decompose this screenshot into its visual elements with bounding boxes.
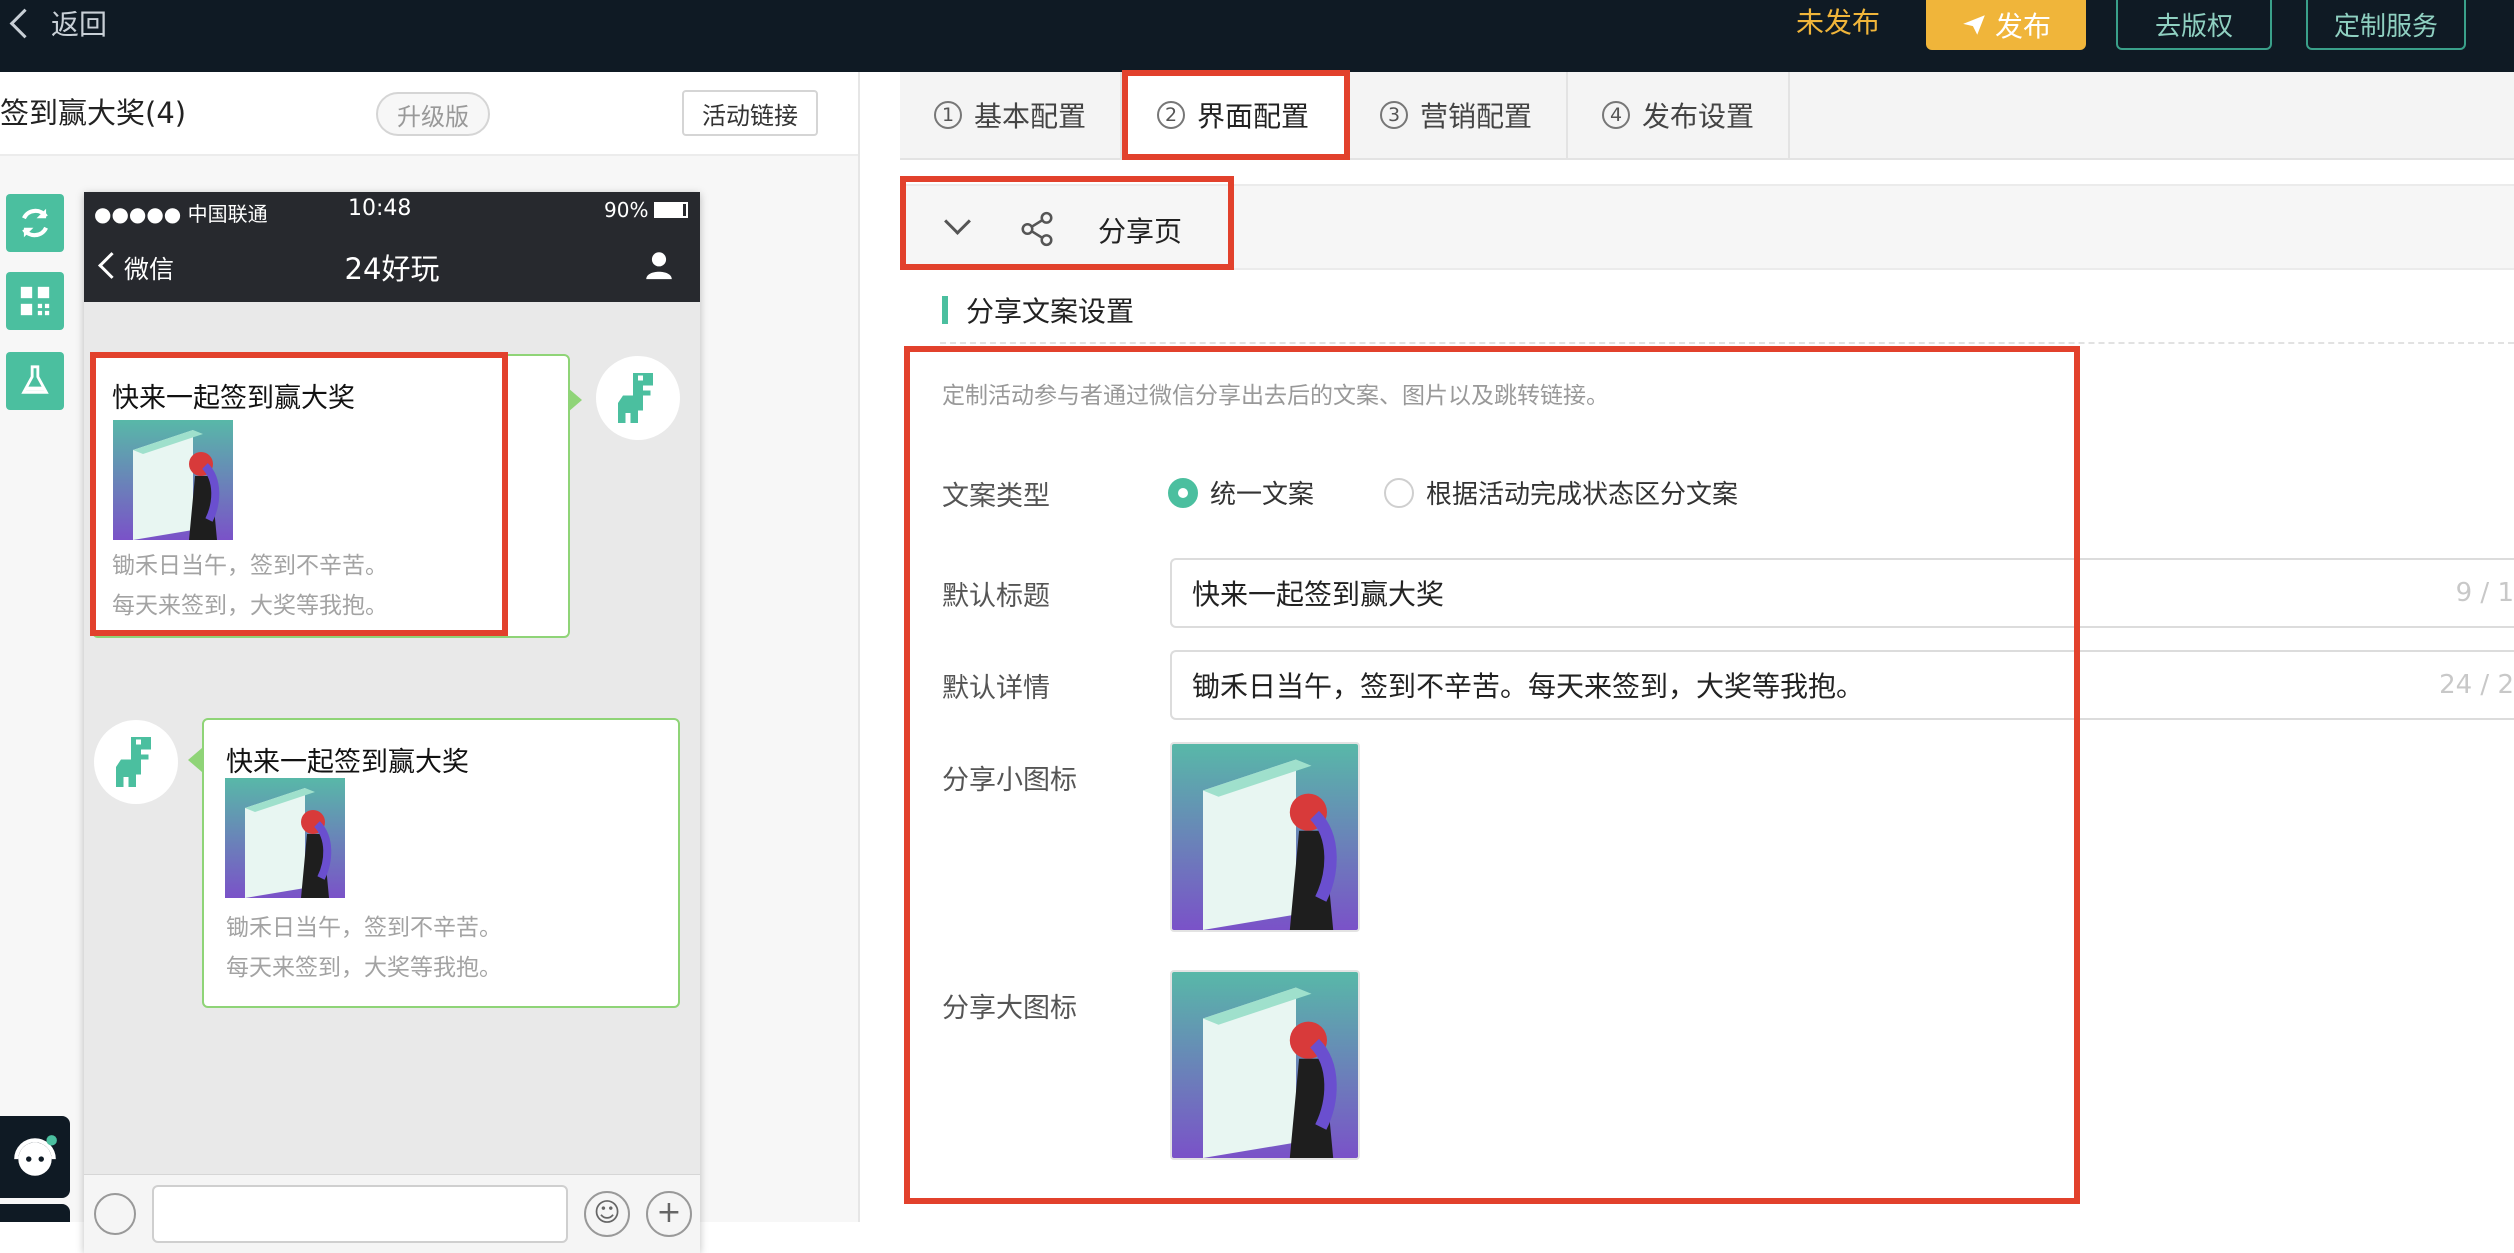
share-card-image xyxy=(224,778,346,898)
radio-checked-icon xyxy=(1168,477,1198,508)
default-title-input[interactable]: 快来一起签到赢大奖 9 / 1 xyxy=(1170,558,2514,628)
battery-level: 90% xyxy=(604,198,649,222)
small-icon-label: 分享小图标 xyxy=(942,765,1077,796)
refresh-button[interactable] xyxy=(6,194,64,252)
emoji-icon[interactable]: ☺ xyxy=(584,1191,630,1237)
floating-tab[interactable] xyxy=(0,1204,70,1222)
section-description: 定制活动参与者通过微信分享出去后的文案、图片以及跳转链接。 xyxy=(942,383,1609,409)
dino-icon xyxy=(618,373,653,423)
qrcode-icon xyxy=(20,286,50,316)
char-counter: 24 / 2 xyxy=(2439,670,2514,700)
share-page-accordion[interactable]: 分享页 xyxy=(900,184,2514,270)
chat-title: 24好玩 xyxy=(344,252,440,286)
tab-label: 营销配置 xyxy=(1419,100,1532,133)
input-value: 锄禾日当午，签到不辛苦。每天来签到，大奖等我抱。 xyxy=(1192,670,1865,703)
share-card-line2: 每天来签到，大奖等我抱。 xyxy=(112,593,388,619)
share-card-title: 快来一起签到赢大奖 xyxy=(112,383,355,414)
headset-icon xyxy=(14,1135,57,1176)
activity-link-button[interactable]: 活动链接 xyxy=(682,90,818,136)
phone-input-bar: ☺ + xyxy=(84,1174,700,1253)
share-card-bubble: 快来一起签到赢大奖 锄禾日当午，签到不辛苦。 每天来签到，大奖等我抱。 xyxy=(92,354,570,638)
radio-label: 统一文案 xyxy=(1210,480,1315,510)
tab-publish-settings[interactable]: 4 发布设置 xyxy=(1568,72,1790,158)
section-title: 分享文案设置 xyxy=(966,295,1135,328)
avatar xyxy=(94,720,178,804)
default-detail-input[interactable]: 锄禾日当午，签到不辛苦。每天来签到，大奖等我抱。 24 / 2 xyxy=(1170,650,2514,720)
tab-ui-config[interactable]: 2 界面配置 xyxy=(1122,72,1346,158)
radio-by-status[interactable]: 根据活动完成状态区分文案 xyxy=(1384,474,1738,511)
step-tabs: 1 基本配置 2 界面配置 3 营销配置 4 发布设置 xyxy=(900,72,2514,160)
remove-copyright-button[interactable]: 去版权 xyxy=(2116,0,2272,50)
back-label: 返回 xyxy=(51,8,108,41)
big-icon-label: 分享大图标 xyxy=(942,993,1077,1024)
qrcode-button[interactable] xyxy=(6,272,64,330)
tab-label: 基本配置 xyxy=(973,100,1086,133)
tab-label: 发布设置 xyxy=(1641,100,1754,133)
share-icon xyxy=(1021,211,1053,247)
top-bar: 返回 未发布 发布 去版权 定制服务 xyxy=(0,0,2514,72)
tab-number: 1 xyxy=(933,101,962,129)
flask-icon xyxy=(21,365,49,394)
section-heading: 分享文案设置 xyxy=(942,290,1134,330)
carrier: ●●●●● 中国联通 xyxy=(94,202,268,226)
battery-icon xyxy=(654,202,688,218)
share-card-line1: 锄禾日当午，签到不辛苦。 xyxy=(226,915,502,941)
radio-unified[interactable]: 统一文案 xyxy=(1168,474,1314,511)
config-panel: 1 基本配置 2 界面配置 3 营销配置 4 发布设置 分享页 分享文案设置 定… xyxy=(900,72,2514,1222)
share-card-line2: 每天来签到，大奖等我抱。 xyxy=(226,955,502,981)
bubble-tail xyxy=(188,748,202,772)
phone-status-bar: ●●●●● 中国联通 10:48 90% xyxy=(84,192,700,228)
dino-icon xyxy=(116,737,151,787)
preview-panel: 签到赢大奖(4) 升级版 活动链接 ●●●●● 中国联通 10:48 90% 微… xyxy=(0,72,860,1253)
divider xyxy=(940,342,2514,344)
plus-icon[interactable]: + xyxy=(646,1191,692,1237)
upgrade-badge: 升级版 xyxy=(376,92,490,136)
chevron-down-icon xyxy=(944,208,971,235)
bubble-tail xyxy=(568,388,582,412)
chevron-left-icon xyxy=(9,8,40,38)
customer-service-button[interactable] xyxy=(0,1116,70,1198)
tab-label: 界面配置 xyxy=(1196,100,1309,133)
refresh-icon xyxy=(22,208,48,238)
activity-title: 签到赢大奖(4) xyxy=(0,96,187,130)
clock: 10:48 xyxy=(348,196,412,221)
tab-number: 2 xyxy=(1156,101,1185,129)
test-button[interactable] xyxy=(6,352,64,410)
paper-plane-icon xyxy=(1963,15,1985,35)
publish-status: 未发布 xyxy=(1796,6,1881,39)
tab-number: 3 xyxy=(1379,101,1408,129)
preview-header: 签到赢大奖(4) 升级版 活动链接 xyxy=(0,72,858,156)
share-card-line1: 锄禾日当午，签到不辛苦。 xyxy=(112,553,388,579)
message-input[interactable] xyxy=(152,1185,568,1243)
tab-marketing-config[interactable]: 3 营销配置 xyxy=(1346,72,1568,158)
avatar xyxy=(596,356,680,440)
phone-preview: ●●●●● 中国联通 10:48 90% 微信 24好玩 快来一起签到赢大奖 锄… xyxy=(84,192,700,1253)
voice-icon[interactable] xyxy=(94,1193,136,1235)
back-button[interactable]: 返回 xyxy=(0,0,107,46)
section-bar xyxy=(942,296,948,324)
publish-label: 发布 xyxy=(1994,10,2051,43)
big-icon-upload[interactable] xyxy=(1170,970,1360,1160)
small-icon-upload[interactable] xyxy=(1170,742,1360,932)
default-detail-label: 默认详情 xyxy=(942,673,1050,704)
publish-button[interactable]: 发布 xyxy=(1926,0,2086,50)
user-icon xyxy=(646,252,672,280)
radio-unchecked-icon xyxy=(1384,477,1414,508)
phone-nav-bar: 微信 24好玩 xyxy=(84,228,700,302)
share-card-image xyxy=(112,420,234,540)
custom-service-button[interactable]: 定制服务 xyxy=(2306,0,2466,50)
default-title-label: 默认标题 xyxy=(942,581,1050,612)
input-value: 快来一起签到赢大奖 xyxy=(1192,578,1445,611)
char-counter: 9 / 1 xyxy=(2455,578,2514,608)
copy-type-label: 文案类型 xyxy=(942,481,1050,512)
share-card-title: 快来一起签到赢大奖 xyxy=(226,747,469,778)
share-card-bubble: 快来一起签到赢大奖 锄禾日当午，签到不辛苦。 每天来签到，大奖等我抱。 xyxy=(202,718,680,1008)
tab-basic-config[interactable]: 1 基本配置 xyxy=(900,72,1122,158)
radio-label: 根据活动完成状态区分文案 xyxy=(1426,480,1739,510)
accordion-title: 分享页 xyxy=(1098,215,1183,248)
tab-number: 4 xyxy=(1601,101,1630,129)
